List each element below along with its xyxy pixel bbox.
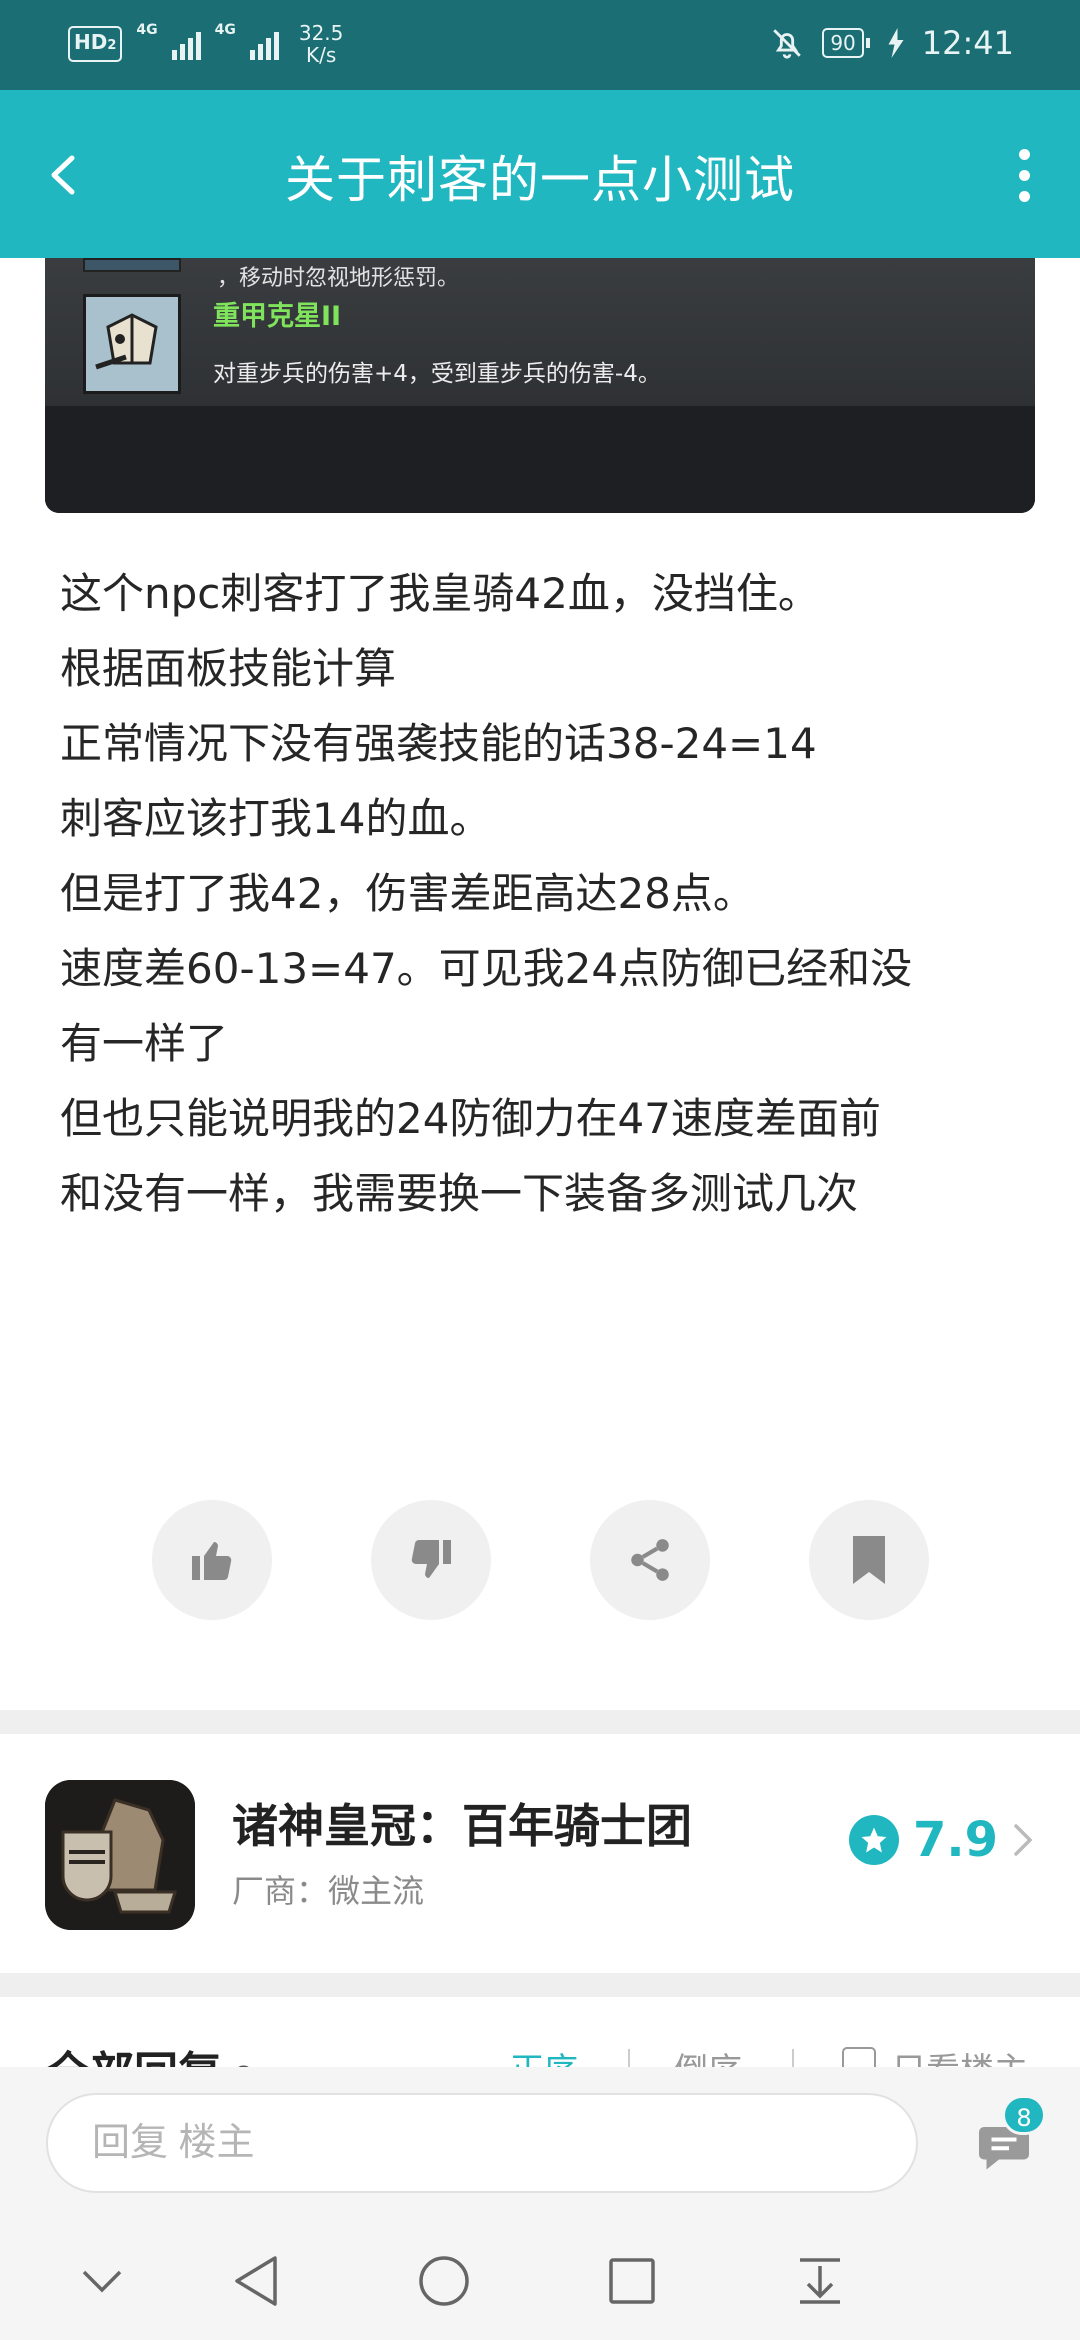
circle-home-icon (419, 2256, 469, 2306)
battery-icon: 90 (822, 28, 870, 58)
game-rating: 7.9 (848, 1812, 1034, 1868)
section-divider (0, 1710, 1080, 1734)
chevron-down-icon (82, 2270, 122, 2293)
bell-off-icon (773, 29, 802, 59)
app-header: 关于刺客的一点小测试 (0, 90, 1080, 258)
game-icon (45, 1780, 195, 1930)
square-recents-icon (609, 2258, 655, 2304)
image-bottom-band (45, 406, 1035, 513)
reply-bar: 回复 楼主 8 (0, 2067, 1080, 2215)
sort-divider (628, 2049, 630, 2067)
speed-value: 32.5 (298, 21, 344, 45)
only-op-label: 只看楼主 (892, 2043, 1028, 2067)
reply-input[interactable]: 回复 楼主 (46, 2093, 918, 2193)
post-line: 这个npc刺客打了我皇骑42血，没挡住。 (60, 569, 820, 618)
bookmark-button[interactable] (809, 1500, 929, 1620)
replies-header: 全部回复8 正序 倒序 只看楼主 (0, 1997, 1080, 2067)
system-navigation-bar (0, 2215, 1080, 2340)
collapse-button[interactable] (74, 2253, 130, 2309)
post-line: 刺客应该打我14的血。 (60, 794, 492, 843)
hd-sub: 2 (107, 38, 117, 53)
thumbs-down-icon (411, 1539, 451, 1578)
network-speed: 32.5 K/s (299, 22, 344, 66)
comment-count-badge: 8 (1002, 2095, 1046, 2135)
recents-button[interactable] (604, 2253, 660, 2309)
battery-level: 90 (822, 28, 864, 58)
signal-icon-2 (249, 28, 279, 60)
share-icon (631, 1539, 669, 1581)
armor-skill-icon (83, 294, 181, 394)
star-icon (848, 1815, 899, 1865)
thumbs-up-icon (192, 1542, 232, 1581)
pull-down-icon (800, 2258, 840, 2304)
home-button[interactable] (416, 2253, 472, 2309)
network-type-2: 4G (214, 22, 236, 38)
skill-name: 重甲克星II (213, 301, 342, 332)
post-line: 但是打了我42，伤害差距高达28点。 (60, 869, 755, 918)
only-op-checkbox[interactable] (842, 2047, 876, 2067)
chevron-right-icon (1014, 1824, 1033, 1856)
page-title: 关于刺客的一点小测试 (285, 151, 795, 209)
replies-title-text: 全部回复 (46, 2048, 222, 2067)
signal-icon-1 (171, 28, 201, 60)
game-card[interactable]: 诸神皇冠：百年骑士团 厂商：微主流 7.9 (0, 1734, 1080, 1973)
post-line: 有一样了 (60, 1019, 229, 1068)
replies-title: 全部回复8 (46, 2037, 253, 2067)
skill-icon-partial (83, 258, 181, 272)
system-back-button[interactable] (228, 2253, 284, 2309)
post-line: 根据面板技能计算 (60, 644, 397, 693)
post-body: 这个npc刺客打了我皇骑42血，没挡住。 根据面板技能计算 正常情况下没有强袭技… (60, 556, 1020, 1231)
status-bar: HD2 4G 4G 32.5 K/s 90 12:41 (0, 0, 1080, 90)
status-right: 90 12:41 (770, 24, 1014, 62)
sort-ascending-tab[interactable]: 正序 (510, 2043, 578, 2067)
hd-badge: HD2 (68, 26, 123, 62)
game-vendor: 厂商：微主流 (232, 1866, 424, 1912)
skill-description: 对重步兵的伤害+4，受到重步兵的伤害-4。 (213, 361, 661, 387)
image-text-top: ，移动时忽视地形惩罚。 (217, 266, 460, 291)
network-type-1: 4G (136, 22, 158, 38)
share-button[interactable] (590, 1500, 710, 1620)
post-line: 速度差60-13=47。可见我24点防御已经和没 (60, 944, 913, 993)
bookmark-icon (853, 1536, 885, 1584)
dislike-button[interactable] (371, 1500, 491, 1620)
sort-descending-tab[interactable]: 倒序 (674, 2043, 742, 2067)
triangle-back-icon (235, 2256, 277, 2306)
section-divider (0, 1973, 1080, 1997)
vendor-label: 厂商： (232, 1872, 329, 1910)
post-line: 但也只能说明我的24防御力在47速度差面前 (60, 1094, 881, 1143)
sort-divider (792, 2049, 794, 2067)
speed-unit: K/s (305, 43, 337, 67)
like-button[interactable] (152, 1500, 272, 1620)
hd-label: HD (74, 30, 108, 54)
post-line: 和没有一样，我需要换一下装备多测试几次 (60, 1169, 859, 1218)
post-image[interactable]: ，移动时忽视地形惩罚。 重甲克星II 对重步兵的伤害+4，受到重步兵的伤害-4。 (45, 258, 1035, 513)
status-left: HD2 4G 4G 32.5 K/s (68, 22, 343, 66)
game-score: 7.9 (912, 1812, 998, 1868)
post-actions (0, 1500, 1080, 1620)
post-line: 正常情况下没有强袭技能的话38-24=14 (60, 719, 817, 768)
charging-icon (888, 28, 904, 58)
vendor-name: 微主流 (328, 1872, 425, 1910)
notification-pull-button[interactable] (792, 2253, 848, 2309)
more-menu-button[interactable] (1004, 140, 1044, 210)
clock: 12:41 (921, 24, 1014, 62)
game-title: 诸神皇冠：百年骑士团 (232, 1799, 692, 1853)
